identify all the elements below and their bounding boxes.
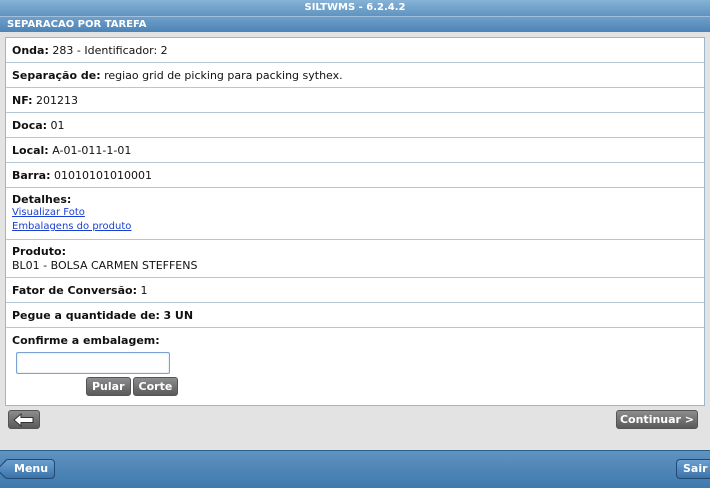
- visualizar-foto-link[interactable]: Visualizar Foto: [12, 206, 85, 220]
- arrow-left-icon: [13, 412, 34, 427]
- back-button[interactable]: [8, 410, 40, 429]
- barra-value: 01010101010001: [53, 168, 152, 182]
- page-title: SEPARACAO POR TAREFA: [7, 19, 147, 30]
- menu-label: Menu: [14, 462, 49, 475]
- row-onda: Onda: 283 - Identificador: 2: [6, 38, 704, 63]
- embalagem-input[interactable]: [16, 352, 170, 374]
- page-header: SEPARACAO POR TAREFA: [0, 16, 710, 32]
- row-detalhes: Detalhes: Visualizar Foto Embalagens do …: [6, 188, 704, 240]
- row-produto: Produto: BL01 - BOLSA CARMEN STEFFENS: [6, 240, 704, 278]
- produto-label: Produto:: [12, 245, 66, 258]
- row-nf: NF: 201213: [6, 88, 704, 113]
- fator-value: 1: [140, 283, 148, 297]
- separacao-label: Separação de:: [12, 68, 101, 82]
- barra-label: Barra:: [12, 168, 51, 182]
- doca-label: Doca:: [12, 118, 48, 132]
- corte-button[interactable]: Corte: [132, 377, 179, 396]
- menu-button[interactable]: Menu: [4, 459, 56, 479]
- local-label: Local:: [12, 143, 49, 157]
- row-confirme: Confirme a embalagem: Pular Corte: [6, 328, 704, 396]
- row-separacao: Separação de: regiao grid de picking par…: [6, 63, 704, 88]
- task-details-panel: Onda: 283 - Identificador: 2 Separação d…: [5, 37, 705, 406]
- action-buttons: Pular Corte: [86, 377, 179, 396]
- fator-label: Fator de Conversão:: [12, 283, 137, 297]
- footer-bar: Menu Sair: [0, 450, 710, 488]
- pegue-label: Pegue a quantidade de:: [12, 308, 160, 322]
- app-title: SILTWMS - 6.2.4.2: [304, 2, 406, 13]
- sair-button[interactable]: Sair: [676, 459, 710, 479]
- onda-label: Onda:: [12, 43, 49, 57]
- embalagens-produto-link[interactable]: Embalagens do produto: [12, 220, 131, 234]
- confirme-label: Confirme a embalagem:: [12, 334, 160, 347]
- row-doca: Doca: 01: [6, 113, 704, 138]
- pular-button[interactable]: Pular: [86, 377, 131, 396]
- row-local: Local: A-01-011-1-01: [6, 138, 704, 163]
- onda-value: 283 - Identificador: 2: [52, 43, 168, 57]
- row-barra: Barra: 01010101010001: [6, 163, 704, 188]
- pegue-value: 3 UN: [163, 308, 194, 322]
- continuar-button[interactable]: Continuar >: [616, 410, 698, 429]
- content-area: Onda: 283 - Identificador: 2 Separação d…: [0, 32, 710, 450]
- nf-value: 201213: [36, 93, 79, 107]
- separacao-value: regiao grid de picking para packing syth…: [104, 68, 343, 82]
- row-pegue: Pegue a quantidade de: 3 UN: [6, 303, 704, 328]
- produto-value: BL01 - BOLSA CARMEN STEFFENS: [12, 259, 198, 272]
- doca-value: 01: [50, 118, 65, 132]
- nf-label: NF:: [12, 93, 33, 107]
- local-value: A-01-011-1-01: [52, 143, 132, 157]
- detalhes-label: Detalhes:: [12, 193, 72, 206]
- app-title-bar: SILTWMS - 6.2.4.2: [0, 0, 710, 16]
- row-fator: Fator de Conversão: 1: [6, 278, 704, 303]
